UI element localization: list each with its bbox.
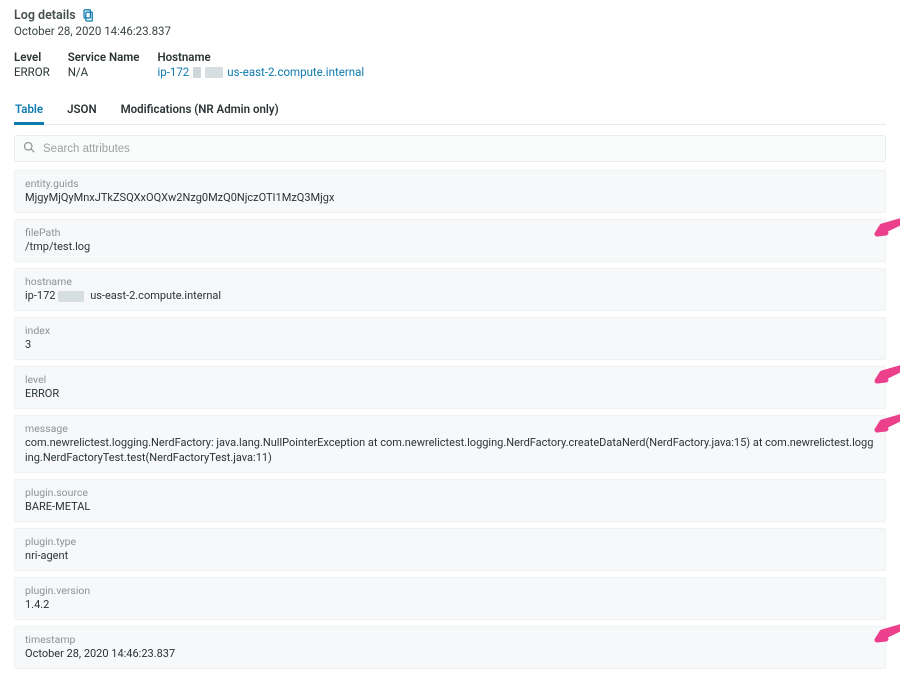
attr-value: ip-172 us-east-2.compute.internal	[25, 289, 875, 304]
attr-key: entity.guids	[25, 177, 875, 190]
attr-key: index	[25, 324, 875, 337]
attr-row-plugin-source[interactable]: plugin.source BARE-METAL	[14, 479, 886, 522]
attr-key: plugin.type	[25, 535, 875, 548]
tab-json[interactable]: JSON	[66, 102, 98, 125]
log-details-panel: Log details October 28, 2020 14:46:23.83…	[0, 0, 900, 691]
tabs: Table JSON Modifications (NR Admin only)	[14, 101, 886, 125]
attr-row-timestamp[interactable]: timestamp October 28, 2020 14:46:23.837	[14, 626, 886, 669]
page-title: Log details	[14, 8, 76, 23]
attr-value: 1.4.2	[25, 598, 875, 613]
attr-key: timestamp	[25, 633, 875, 646]
attr-value: October 28, 2020 14:46:23.837	[25, 647, 875, 662]
attr-value: /tmp/test.log	[25, 240, 875, 255]
meta-level-label: Level	[14, 50, 50, 64]
attribute-rows: entity.guids MjgyMjQyMnxJTkZSQXxOQXw2Nzg…	[14, 170, 886, 669]
attr-value: 3	[25, 338, 875, 353]
meta-bar: Level ERROR Service Name N/A Hostname ip…	[14, 50, 886, 79]
attr-row-entity-guids[interactable]: entity.guids MjgyMjQyMnxJTkZSQXxOQXw2Nzg…	[14, 170, 886, 213]
copy-icon[interactable]	[82, 9, 94, 23]
attr-key: plugin.source	[25, 486, 875, 499]
attr-row-hostname[interactable]: hostname ip-172 us-east-2.compute.intern…	[14, 268, 886, 311]
attr-row-filepath[interactable]: filePath /tmp/test.log	[14, 219, 886, 262]
tab-table[interactable]: Table	[14, 102, 44, 125]
search-icon	[23, 141, 35, 156]
attr-value: com.newrelictest.logging.NerdFactory: ja…	[25, 436, 875, 466]
search-bar[interactable]	[14, 135, 886, 162]
attr-value: ERROR	[25, 387, 875, 402]
hostname-prefix: ip-172	[25, 289, 55, 302]
hostname-link-suffix: us-east-2.compute.internal	[227, 65, 364, 79]
attr-row-message[interactable]: message com.newrelictest.logging.NerdFac…	[14, 415, 886, 473]
meta-hostname-value[interactable]: ip-172 us-east-2.compute.internal	[157, 65, 364, 79]
attr-key: plugin.version	[25, 584, 875, 597]
attr-key: message	[25, 422, 875, 435]
attr-row-plugin-type[interactable]: plugin.type nri-agent	[14, 528, 886, 571]
attr-row-plugin-version[interactable]: plugin.version 1.4.2	[14, 577, 886, 620]
attr-value: BARE-METAL	[25, 500, 875, 515]
attr-key: filePath	[25, 226, 875, 239]
meta-hostname-label: Hostname	[157, 50, 364, 64]
redacted-block	[193, 67, 201, 78]
attr-key: level	[25, 373, 875, 386]
meta-level-value: ERROR	[14, 65, 50, 79]
header-timestamp: October 28, 2020 14:46:23.837	[14, 24, 886, 38]
meta-service-label: Service Name	[68, 50, 140, 64]
redacted-block	[58, 291, 84, 302]
tab-modifications[interactable]: Modifications (NR Admin only)	[120, 102, 280, 125]
attr-row-level[interactable]: level ERROR	[14, 366, 886, 409]
hostname-link-prefix: ip-172	[157, 65, 189, 79]
attr-row-index[interactable]: index 3	[14, 317, 886, 360]
attr-value: MjgyMjQyMnxJTkZSQXxOQXw2Nzg0MzQ0NjczOTI1…	[25, 191, 875, 206]
meta-service-value: N/A	[68, 65, 140, 79]
search-input[interactable]	[41, 142, 877, 156]
attr-value: nri-agent	[25, 549, 875, 564]
redacted-block	[205, 67, 223, 78]
attr-key: hostname	[25, 275, 875, 288]
hostname-suffix: us-east-2.compute.internal	[90, 289, 221, 302]
